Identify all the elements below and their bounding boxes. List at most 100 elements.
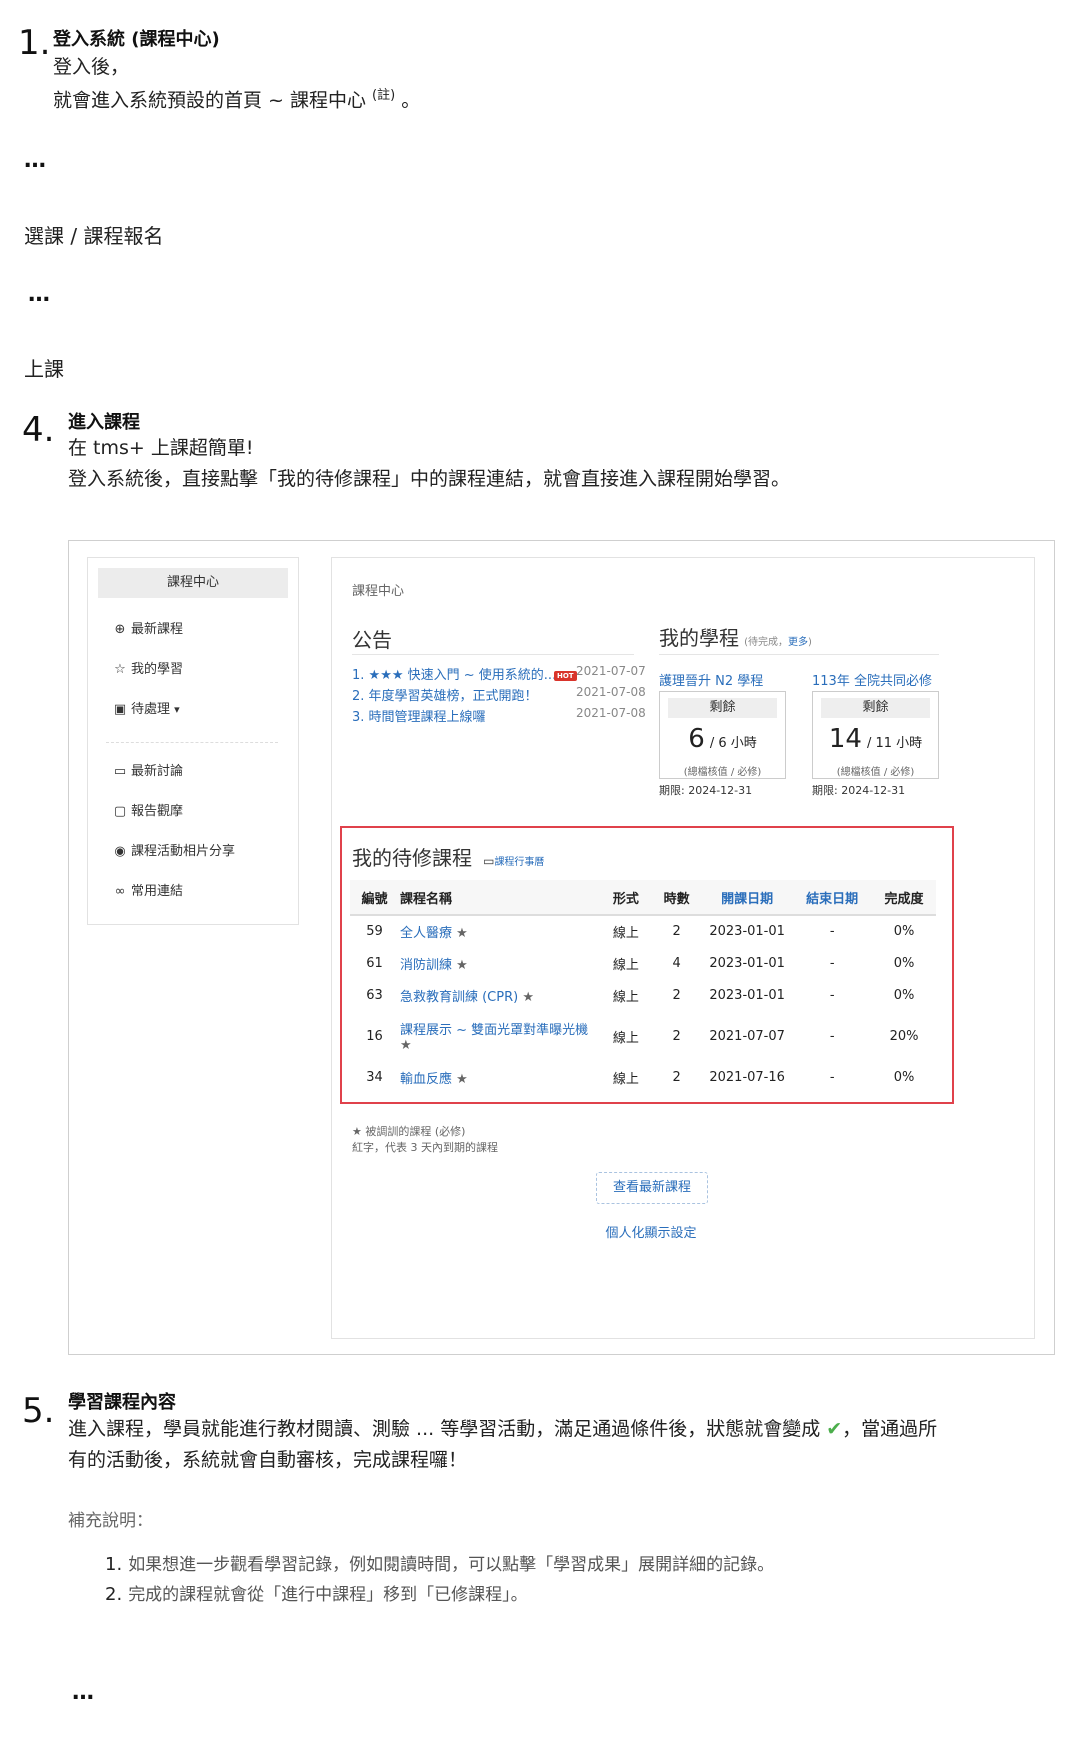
program-remaining-box: 剩餘 6 / 6 小時 (總檔核值 / 必修) — [659, 691, 786, 779]
sidebar-item-label: 最新課程 — [131, 622, 184, 637]
cell-id: 59 — [366, 924, 383, 939]
remaining-total: / 6 小時 — [709, 736, 757, 751]
cell-progress: 0% — [893, 955, 915, 971]
sidebar-item-latest-courses[interactable]: ⊕ 最新課程 — [112, 618, 183, 637]
course-link[interactable]: 輸血反應 — [400, 1072, 452, 1087]
report-icon: ▢ — [113, 804, 127, 819]
personalize-display-link[interactable]: 個人化顯示設定 — [576, 1222, 726, 1241]
sidebar-item-photo-share[interactable]: ◉ 課程活動相片分享 — [112, 840, 235, 859]
my-programs-divider — [659, 654, 939, 655]
cell-name[interactable]: 消防訓練 ★ — [399, 947, 600, 979]
step-4-number: 4. — [22, 410, 55, 450]
col-hours: 時數 — [651, 880, 702, 916]
star-icon: ★ — [399, 1038, 412, 1053]
supplement-item-text: 如果想進一步觀看學習記錄，例如閱讀時間，可以點擊「學習成果」展開詳細的記錄。 — [128, 1555, 775, 1575]
step-5-line1-end: ，當通過所 — [842, 1418, 938, 1440]
announcement-text: 年度學習英雄榜，正式開跑！ — [368, 689, 538, 704]
my-programs-subtitle: (待完成， — [744, 637, 788, 648]
footnote-required: ★ 被調訓的課程 (必修) — [352, 1125, 466, 1138]
step-5-title: 學習課程內容 — [68, 1392, 176, 1413]
step-5-number: 5. — [22, 1391, 55, 1431]
course-link[interactable]: 急救教育訓練 (CPR) — [400, 990, 518, 1005]
remaining-label: 剩餘 — [821, 698, 930, 718]
main-panel: 課程中心 公告 1. ★★★ 快速入門 ~ 使用系統的... HOT 2021-… — [331, 557, 1035, 1339]
cell-end: - — [829, 924, 835, 939]
cell-start: 2021-07-16 — [709, 1069, 785, 1085]
cell-progress: 0% — [893, 924, 915, 939]
cell-hours: 4 — [672, 955, 681, 971]
table-row: 16 課程展示 ~ 雙面光罩對準曝光機 ★ 線上 2 2021-07-07 - … — [350, 1011, 936, 1061]
pending-title: 我的待修課程 — [352, 846, 472, 870]
sidebar-item-my-learning[interactable]: ☆ 我的學習 — [112, 658, 183, 677]
cell-progress: 20% — [889, 1028, 919, 1044]
cell-form: 線上 — [612, 1071, 639, 1087]
program-deadline: 期限: 2024-12-31 — [659, 784, 753, 797]
cell-id: 34 — [366, 1069, 383, 1085]
sidebar-item-label: 待處理 — [131, 702, 171, 717]
footnote-due-soon: 紅字，代表 3 天內到期的課程 — [352, 1141, 498, 1154]
step-5-line1-text: 進入課程，學員就能進行教材閱讀、測驗 ... 等學習活動，滿足通過條件後，狀態就… — [68, 1418, 821, 1440]
course-calendar-link[interactable]: 課程行事曆 — [494, 857, 544, 868]
table-header-row: 編號 課程名稱 形式 時數 開課日期 結束日期 完成度 — [350, 880, 936, 916]
cell-name[interactable]: 課程展示 ~ 雙面光罩對準曝光機 ★ — [399, 1011, 600, 1061]
sidebar-item-label: 報告觀摩 — [131, 804, 184, 819]
star-icon: ★ — [456, 957, 468, 973]
pending-courses-panel: 我的待修課程 ▭課程行事曆 編號 課程名稱 形式 時數 開課日期 結束日期 完成… — [340, 826, 954, 1104]
star-outline-icon: ☆ — [114, 662, 126, 677]
step-1-number: 1. — [18, 23, 51, 63]
view-latest-courses-button[interactable]: 查看最新課程 — [596, 1172, 708, 1204]
cell-name[interactable]: 輸血反應 ★ — [399, 1061, 600, 1093]
announcement-num: 1. — [352, 668, 365, 683]
breadcrumb: 課程中心 — [352, 584, 405, 599]
course-link[interactable]: 課程展示 ~ 雙面光罩對準曝光機 — [400, 1023, 588, 1038]
step-5-line2: 有的活動後，系統就會自動審核，完成課程囉！ — [68, 1449, 468, 1471]
briefcase-icon: ▣ — [113, 702, 127, 717]
cell-form: 線上 — [612, 957, 639, 973]
program-link[interactable]: 113年 全院共同必修 — [812, 670, 932, 689]
sidebar-item-report-review[interactable]: ▢ 報告觀摩 — [112, 800, 183, 819]
course-link[interactable]: 消防訓練 — [400, 958, 452, 973]
sidebar-item-label: 常用連結 — [131, 884, 184, 899]
supplement-item-text: 完成的課程就會從「進行中課程」移到「已修課程」。 — [128, 1585, 528, 1605]
announcement-item[interactable]: 2. 年度學習英雄榜，正式開跑！ — [352, 685, 538, 704]
table-row: 34 輸血反應 ★ 線上 2 2021-07-16 - 0% — [350, 1061, 936, 1093]
course-link[interactable]: 全人醫療 — [400, 926, 452, 941]
sidebar-item-label: 最新討論 — [131, 764, 184, 779]
remaining-note: (總檔核值 / 必修) — [683, 767, 762, 778]
ellipsis-1: … — [24, 148, 47, 173]
comment-icon: ▭ — [113, 764, 127, 779]
announcement-num: 3. — [352, 710, 365, 725]
cell-end: - — [829, 987, 835, 1003]
supplement-item-num: 2. — [105, 1584, 123, 1605]
cell-hours: 2 — [672, 1028, 681, 1044]
cell-start: 2021-07-07 — [709, 1028, 785, 1044]
ellipsis-3: … — [72, 1680, 95, 1705]
cell-name[interactable]: 全人醫療 ★ — [399, 915, 600, 947]
more-link[interactable]: 更多 — [788, 637, 808, 648]
sidebar-item-latest-discussions[interactable]: ▭ 最新討論 — [112, 760, 183, 779]
check-icon: ✔ — [826, 1418, 843, 1440]
program-link[interactable]: 護理晉升 N2 學程 — [659, 670, 763, 689]
remaining-value: 6 — [688, 724, 705, 754]
announcement-date: 2021-07-08 — [576, 706, 646, 720]
cell-form: 線上 — [612, 989, 639, 1005]
program-remaining-box: 剩餘 14 / 11 小時 (總檔核值 / 必修) — [812, 691, 939, 779]
cell-name[interactable]: 急救教育訓練 (CPR) ★ — [399, 979, 600, 1011]
course-select-heading: 選課 / 課程報名 — [24, 224, 164, 248]
col-end-date[interactable]: 結束日期 — [792, 880, 873, 916]
sidebar-item-pending[interactable]: ▣ 待處理 ▾ — [112, 698, 180, 717]
cell-start: 2023-01-01 — [709, 955, 785, 971]
sidebar-item-common-links[interactable]: ∞ 常用連結 — [112, 880, 183, 899]
announcement-item[interactable]: 3. 時間管理課程上線囉 — [352, 706, 486, 725]
step-1-line1: 登入後， — [53, 56, 130, 78]
announcements-divider — [352, 654, 634, 655]
cell-progress: 0% — [893, 987, 915, 1003]
sidebar: 課程中心 ⊕ 最新課程 ☆ 我的學習 ▣ 待處理 ▾ ▭ 最新討論 ▢ 報告觀摩 ◉ 課程活… — [87, 557, 299, 925]
announcement-item[interactable]: 1. ★★★ 快速入門 ~ 使用系統的... — [352, 664, 556, 683]
remaining-total: / 11 小時 — [867, 736, 923, 751]
star-icon: ★ — [522, 989, 534, 1005]
link-icon: ∞ — [114, 884, 126, 899]
supplement-item: 2. 完成的課程就會從「進行中課程」移到「已修課程」。 — [105, 1580, 528, 1605]
cell-end: - — [829, 955, 835, 971]
col-start-date[interactable]: 開課日期 — [702, 880, 793, 916]
